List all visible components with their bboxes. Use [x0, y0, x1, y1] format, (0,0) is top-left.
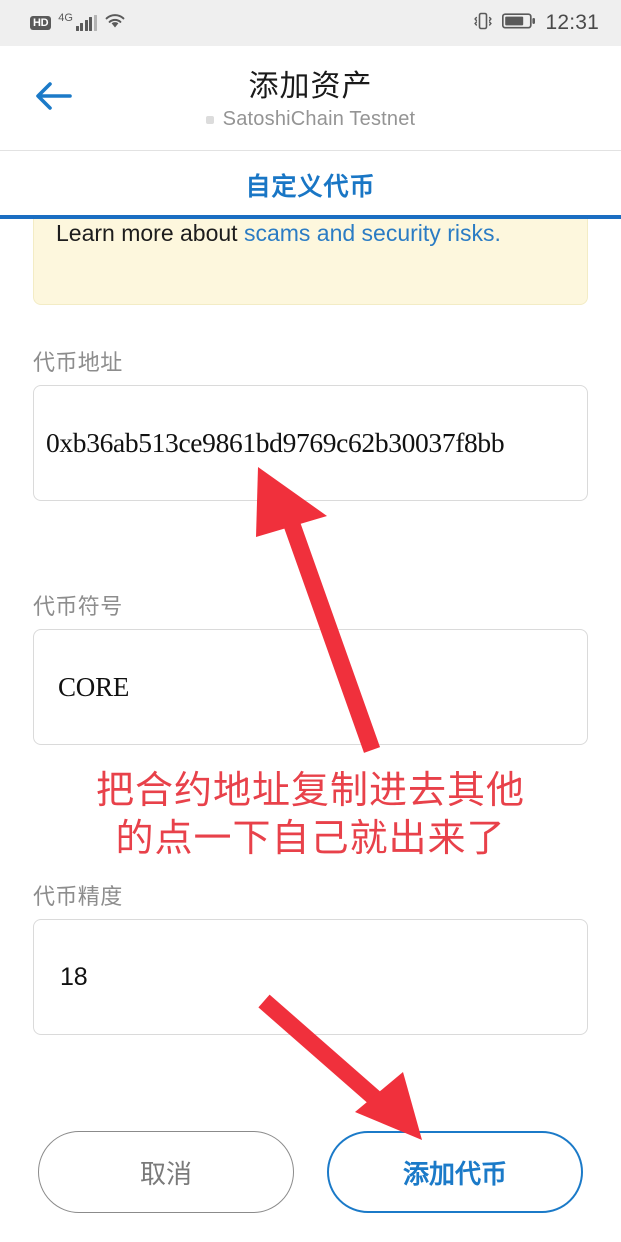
- token-address-value: 0xb36ab513ce9861bd9769c62b30037f8bb: [46, 427, 505, 458]
- tab-custom-token[interactable]: 自定义代币: [245, 167, 375, 203]
- handwritten-annotation: 把合约地址复制进去其他 的点一下自己就出来了: [0, 767, 621, 863]
- form-scroll-area[interactable]: Learn more about scams and security risk…: [0, 219, 621, 1103]
- token-decimals-label: 代币精度: [33, 884, 123, 909]
- token-symbol-value: CORE: [58, 671, 130, 702]
- vibrate-icon: [473, 11, 493, 36]
- network-status-dot-icon: [205, 115, 214, 124]
- app-header: 添加资产 SatoshiChain Testnet: [0, 46, 621, 151]
- cancel-button[interactable]: 取消: [38, 1131, 294, 1213]
- network-indicator: SatoshiChain Testnet: [0, 108, 621, 131]
- token-decimals-input[interactable]: 18: [33, 919, 588, 1035]
- status-bar: HD 4G 12:31: [0, 0, 621, 46]
- token-decimals-value: 18: [60, 962, 88, 991]
- back-arrow-icon: [32, 79, 76, 118]
- tab-bar: 自定义代币: [0, 151, 621, 219]
- network-type-label: 4G: [58, 12, 73, 24]
- header-titles: 添加资产 SatoshiChain Testnet: [0, 65, 621, 131]
- token-symbol-label: 代币符号: [33, 594, 123, 619]
- token-symbol-field-block: 代币符号 CORE: [33, 589, 588, 745]
- token-symbol-input[interactable]: CORE: [33, 629, 588, 745]
- annotation-line-1: 把合约地址复制进去其他: [95, 770, 525, 812]
- token-decimals-field-block: 代币精度 18: [33, 879, 588, 1035]
- clock: 12:31: [545, 11, 599, 34]
- add-token-button[interactable]: 添加代币: [327, 1131, 583, 1213]
- scams-and-security-risks-link[interactable]: scams and security risks.: [244, 220, 501, 246]
- network-name-label: SatoshiChain Testnet: [222, 108, 416, 130]
- security-warning-text: Learn more about scams and security risk…: [56, 219, 565, 251]
- signal-bars-icon: [75, 15, 97, 31]
- annotation-line-2: 的点一下自己就出来了: [115, 818, 506, 860]
- action-button-row: 取消 添加代币: [0, 1102, 621, 1242]
- hd-icon: HD: [30, 16, 52, 30]
- token-address-input[interactable]: 0xb36ab513ce9861bd9769c62b30037f8bb: [33, 385, 588, 501]
- security-warning-banner: Learn more about scams and security risk…: [33, 219, 588, 305]
- status-bar-left: HD 4G: [30, 12, 126, 34]
- wifi-icon: [104, 12, 126, 34]
- status-bar-right: 12:31: [473, 11, 599, 36]
- back-button[interactable]: [26, 74, 82, 122]
- battery-icon: [502, 12, 536, 35]
- token-address-label: 代币地址: [33, 350, 123, 375]
- token-address-field-block: 代币地址 0xb36ab513ce9861bd9769c62b30037f8bb: [33, 345, 588, 501]
- warning-text-prefix: Learn more about: [56, 220, 244, 246]
- page-title: 添加资产: [248, 70, 373, 103]
